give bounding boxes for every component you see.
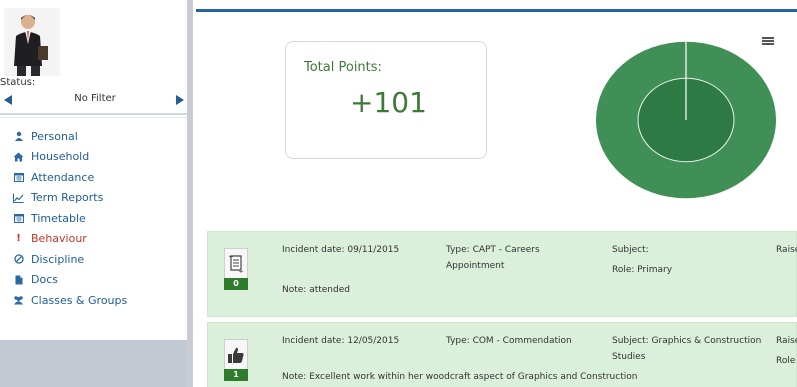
sidebar-item-label: Behaviour <box>31 232 87 246</box>
ban-icon <box>13 254 24 264</box>
sidebar-item-label: Attendance <box>31 170 95 184</box>
status-label: Status: <box>0 77 36 88</box>
incident-points: 1 <box>224 369 248 381</box>
sidebar-item-attendance[interactable]: Attendance <box>0 167 186 188</box>
sidebar-item-term-reports[interactable]: Term Reports <box>0 188 186 209</box>
sidebar-item-classes-groups[interactable]: Classes & Groups <box>0 290 186 311</box>
incident-points: 0 <box>224 278 248 290</box>
sidebar-scrollbar[interactable] <box>187 0 193 387</box>
calendar-icon <box>13 213 24 224</box>
incident-role: Role: Primary <box>612 265 673 275</box>
users-icon <box>13 295 24 305</box>
incident-date: Incident date: 09/11/2015 <box>282 245 400 255</box>
incident-raised-by: Raise <box>776 336 797 346</box>
incident-card: 1 Incident date: 12/05/2015 Type: COM - … <box>207 322 797 387</box>
sidebar-item-behaviour[interactable]: ! Behaviour <box>0 229 186 250</box>
sidebar-nav: Personal Household Attendance Term Repor… <box>0 126 186 311</box>
sidebar-footer-area <box>0 340 188 387</box>
filter-value: No Filter <box>74 93 116 104</box>
divider <box>0 117 187 118</box>
sidebar-item-label: Discipline <box>31 252 85 266</box>
person-icon <box>13 131 24 142</box>
document-icon <box>13 275 24 285</box>
sidebar-item-docs[interactable]: Docs <box>0 270 186 291</box>
filter-selector: No Filter <box>4 92 186 110</box>
sidebar-item-household[interactable]: Household <box>0 147 186 168</box>
incident-badge: 1 <box>224 339 248 383</box>
incident-role: Role <box>776 356 796 366</box>
incident-note: Note: attended <box>282 285 350 295</box>
points-donut-chart <box>596 41 776 199</box>
total-points-title: Total Points: <box>304 60 382 75</box>
sidebar: Status: No Filter Personal Household Att… <box>0 0 188 387</box>
sidebar-item-label: Classes & Groups <box>31 293 128 307</box>
thumbs-up-icon <box>224 339 248 369</box>
calendar-icon <box>13 172 24 183</box>
incident-card: 0 Incident date: 09/11/2015 Type: CAPT -… <box>207 231 797 317</box>
incident-raised-by: Raise <box>776 245 797 255</box>
sidebar-item-discipline[interactable]: Discipline <box>0 249 186 270</box>
incident-note: Note: Excellent work within her woodcraf… <box>282 372 638 382</box>
exclamation-icon: ! <box>16 233 21 245</box>
incident-date: Incident date: 12/05/2015 <box>282 336 400 346</box>
line-chart-icon <box>13 193 24 203</box>
divider <box>0 113 187 115</box>
filter-next-arrow[interactable] <box>176 95 184 105</box>
header-accent-bar <box>196 9 797 12</box>
incident-type: Type: COM - Commendation <box>446 336 572 346</box>
sidebar-item-personal[interactable]: Personal <box>0 126 186 147</box>
total-points-value: +101 <box>350 86 427 119</box>
sidebar-item-label: Term Reports <box>31 191 104 205</box>
certificate-icon <box>224 248 248 278</box>
sidebar-item-label: Docs <box>31 273 58 287</box>
sidebar-item-timetable[interactable]: Timetable <box>0 208 186 229</box>
incident-subject: Subject: <box>612 245 649 255</box>
sidebar-item-label: Household <box>31 150 90 164</box>
sidebar-item-label: Personal <box>31 129 78 143</box>
incident-badge: 0 <box>224 248 248 292</box>
home-icon <box>13 152 24 162</box>
incident-subject: Subject: Graphics & Construction Studies <box>612 336 762 362</box>
total-points-card: Total Points: +101 <box>285 41 487 159</box>
sidebar-item-label: Timetable <box>31 211 86 225</box>
incident-type: Type: CAPT - Careers Appointment <box>446 245 540 271</box>
student-photo <box>4 8 60 76</box>
